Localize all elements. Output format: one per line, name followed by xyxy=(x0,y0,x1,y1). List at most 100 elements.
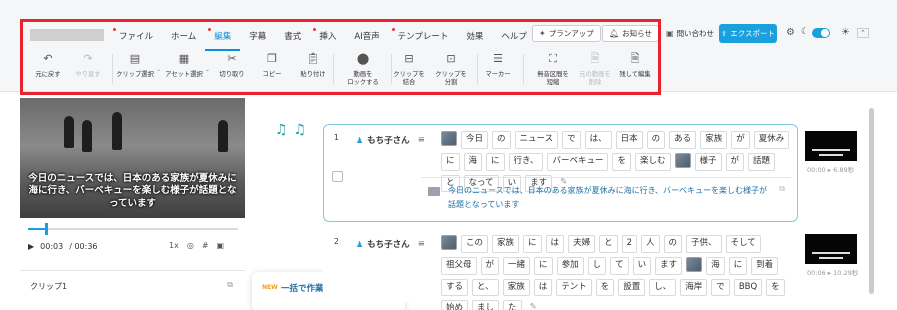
caption-icon[interactable]: ▣ xyxy=(217,241,225,250)
grid-icon[interactable]: # xyxy=(202,241,209,250)
segment-card[interactable]: 1 ♟︎ もち子さん ≡ 今日のニュースでは、 日本のある 家族が夏休みに海に行き、… xyxy=(323,124,798,222)
word-token[interactable]: を xyxy=(612,152,631,171)
menu-icon[interactable]: ≡ xyxy=(418,135,425,145)
asset-select-button[interactable]: ▦ アセット選択 xyxy=(158,52,210,79)
word-token[interactable]: 夫婦 xyxy=(568,235,596,253)
speaker-selector[interactable]: ♟︎ もち子さん ≡ xyxy=(356,238,425,250)
word-token[interactable]: 設置 xyxy=(618,278,646,297)
upgrade-button[interactable]: ✦ プランアップ xyxy=(532,25,601,42)
export-button[interactable]: ⇪ エクスポート xyxy=(719,24,777,43)
word-token[interactable]: の xyxy=(663,235,683,253)
segment-card[interactable]: 2 ♟︎ もち子さん ≡ この 家族には夫婦と 2 人の子供、 そして 祖父母が一緒に参加… xyxy=(323,230,798,310)
scrollbar-thumb[interactable] xyxy=(869,108,874,294)
word-token[interactable]: ます xyxy=(655,256,683,275)
word-token[interactable]: バーベキュー xyxy=(547,152,609,171)
seek-bar[interactable] xyxy=(28,223,238,235)
word-token[interactable]: で xyxy=(711,278,730,297)
word-token[interactable]: 様子 xyxy=(694,152,722,171)
word-token[interactable]: 話題 xyxy=(748,152,776,171)
word-token[interactable]: 始め xyxy=(441,300,469,310)
word-token[interactable]: 海 xyxy=(706,256,725,275)
word-token[interactable]: 行き、 xyxy=(508,152,544,171)
word-token[interactable]: 海 xyxy=(463,152,483,171)
popup-title[interactable]: 一括で作業 xyxy=(281,282,324,294)
collapse-icon[interactable]: ⌃ xyxy=(857,28,869,38)
word-token[interactable]: に xyxy=(534,256,553,275)
redo-button[interactable]: ↷ やり直す xyxy=(62,52,114,79)
word-token[interactable]: 夏休み xyxy=(753,131,790,149)
word-token[interactable]: まし xyxy=(472,300,500,310)
scene-image-icon[interactable] xyxy=(441,131,457,146)
play-icon[interactable]: ▶ xyxy=(28,242,34,251)
pencil-icon[interactable]: ✎ xyxy=(525,300,541,310)
word-token[interactable]: 今日 xyxy=(461,131,489,149)
word-token[interactable]: この xyxy=(461,235,489,253)
word-token[interactable]: 海岸 xyxy=(680,278,708,297)
seek-handle[interactable] xyxy=(44,223,48,235)
word-token[interactable]: た xyxy=(503,300,522,310)
word-token[interactable]: 人 xyxy=(641,235,660,253)
word-token[interactable]: と、 xyxy=(472,278,499,297)
word-token[interactable]: に xyxy=(441,152,460,171)
segment-checkbox[interactable] xyxy=(332,171,343,182)
scene-image-icon[interactable] xyxy=(441,235,457,250)
word-token[interactable]: 一緒 xyxy=(503,256,531,275)
split-clip-button[interactable]: ⊡ クリップを 分割 xyxy=(425,52,477,87)
transcript-scrollbar[interactable] xyxy=(869,108,874,294)
clip-select-button[interactable]: ▤ クリップ選択 xyxy=(109,52,161,79)
word-token[interactable]: て xyxy=(610,256,629,275)
word-token[interactable]: い xyxy=(632,256,652,275)
scene-image-icon[interactable] xyxy=(686,256,703,272)
playback-speed[interactable]: 1x xyxy=(169,241,179,250)
word-token[interactable]: の xyxy=(492,131,511,149)
theme-toggle[interactable] xyxy=(812,28,830,38)
word-token[interactable]: そして xyxy=(725,235,761,253)
marker-button[interactable]: ☰ マーカー xyxy=(472,52,524,79)
word-token[interactable]: 祖父母 xyxy=(441,256,477,275)
video-preview[interactable]: 今日のニュースでは、日本のある家族が夏休みに海に行き、バーベキューを楽しむ様子が… xyxy=(20,98,245,218)
word-token[interactable]: 2 xyxy=(621,235,638,253)
word-token[interactable]: 日本 xyxy=(615,131,643,149)
word-token[interactable]: し、 xyxy=(649,278,677,297)
word-token[interactable]: 子供、 xyxy=(686,235,722,253)
word-token[interactable]: の xyxy=(646,131,666,149)
word-token[interactable]: BBQ xyxy=(733,278,763,297)
focus-icon[interactable]: ◎ xyxy=(187,241,194,250)
word-token[interactable]: 家族 xyxy=(700,131,728,149)
word-token[interactable]: が xyxy=(725,152,745,171)
summary-text[interactable]: 今日のニュースでは、日本のある家族が夏休みに海に行き、バーベキューを楽しむ様子が… xyxy=(448,184,768,212)
word-token[interactable]: を xyxy=(766,278,785,297)
word-token[interactable]: に xyxy=(486,152,505,171)
paste-button[interactable]: 📋︎ 貼り付け xyxy=(287,52,339,79)
word-token[interactable]: 到着 xyxy=(751,256,779,275)
word-token[interactable]: に xyxy=(728,256,748,275)
word-token[interactable]: ニュース xyxy=(514,131,559,149)
menu-icon[interactable]: ≡ xyxy=(418,239,425,249)
word-token[interactable]: は xyxy=(533,278,553,297)
segment-thumbnail[interactable] xyxy=(805,131,857,161)
word-token[interactable]: が xyxy=(731,131,750,149)
segment-thumbnail[interactable] xyxy=(805,234,857,264)
word-token[interactable]: と xyxy=(599,235,618,253)
gear-icon[interactable]: ⚙ xyxy=(786,27,795,38)
word-token[interactable]: ある xyxy=(669,131,697,149)
word-token[interactable]: に xyxy=(523,235,542,253)
keep-edit-button[interactable]: 🗎︎ 残して編集 xyxy=(609,52,661,79)
word-token[interactable]: で xyxy=(562,131,581,149)
word-token[interactable]: を xyxy=(595,278,615,297)
word-token[interactable]: テント xyxy=(556,278,592,297)
speaker-selector[interactable]: ♟︎ もち子さん ≡ xyxy=(356,134,425,146)
word-token[interactable]: 家族 xyxy=(502,278,530,297)
word-token[interactable]: 家族 xyxy=(492,235,520,253)
expand-icon[interactable]: ⧉ xyxy=(779,184,785,194)
lock-video-button[interactable]: ⬤ 動画を ロックする xyxy=(337,52,389,87)
word-token[interactable]: が xyxy=(480,256,500,275)
word-token[interactable]: 楽しむ xyxy=(634,152,671,171)
external-link-icon[interactable]: ⧉ xyxy=(227,280,233,290)
contact-button[interactable]: ▣ 問い合わせ xyxy=(660,25,720,42)
scene-image-icon[interactable] xyxy=(674,152,691,168)
word-token[interactable]: は、 xyxy=(584,131,612,149)
notice-button[interactable]: 🔔︎ お知らせ xyxy=(602,25,660,42)
word-token[interactable]: 参加 xyxy=(556,256,584,275)
word-token[interactable]: は xyxy=(545,235,565,253)
